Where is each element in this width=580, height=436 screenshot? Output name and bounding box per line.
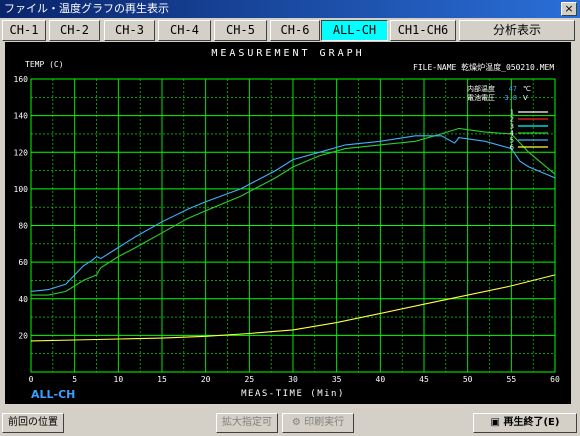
x-tick-label: 45 [419, 375, 429, 384]
tab-analysis[interactable]: 分析表示 [459, 20, 575, 41]
x-tick-label: 40 [376, 375, 386, 384]
info-value: 3.8 [504, 94, 517, 102]
y-tick-label: 20 [18, 331, 28, 340]
x-tick-label: 10 [114, 375, 124, 384]
y-tick-label: 100 [14, 185, 29, 194]
end-playback-button[interactable]: ▣ 再生終了(E) [473, 413, 577, 433]
info-label: 内部温度 [467, 84, 495, 93]
x-tick-label: 15 [157, 375, 167, 384]
title-bar: ファイル・温度グラフの再生表示 × [0, 0, 580, 18]
channel-label: ALL-CH [31, 388, 75, 401]
x-tick-label: 5 [72, 375, 77, 384]
info-unit: ℃ [523, 85, 531, 93]
tab-strip: CH-1 CH-2 CH-3 CH-4 CH-5 CH-6 ALL-CH CH1… [0, 20, 580, 41]
temperature-chart: 0 5 10 15 20 25 30 35 40 45 50 55 60 20 40 60 80 100 120 14… [14, 75, 560, 401]
end-label: 再生終了(E) [503, 417, 560, 428]
y-axis-label: TEMP (C) [25, 60, 64, 69]
previous-position-button[interactable]: 前回の位置 [2, 413, 64, 433]
file-name-label: FILE-NAME 乾燥炉温度_050210.MEM [413, 63, 555, 72]
x-tick-label: 35 [332, 375, 342, 384]
print-button[interactable]: ⚙ 印刷実行 [282, 413, 354, 433]
info-label: 電池電圧 [467, 93, 495, 102]
tab-ch-1[interactable]: CH-1 [2, 20, 46, 41]
print-icon: ⚙ [291, 417, 305, 428]
tab-ch-3[interactable]: CH-3 [104, 20, 155, 41]
end-icon: ▣ [490, 417, 504, 428]
x-tick-label: 0 [29, 375, 34, 384]
legend-number: 6 [510, 144, 514, 152]
info-value: 47 [509, 85, 517, 93]
info-unit: V [523, 94, 528, 102]
x-tick-label: 60 [550, 375, 560, 384]
print-label: 印刷実行 [304, 417, 345, 428]
tab-all-ch[interactable]: ALL-CH [321, 20, 388, 41]
y-tick-label: 60 [18, 258, 28, 267]
close-button[interactable]: × [561, 2, 577, 16]
tab-ch-2[interactable]: CH-2 [49, 20, 100, 41]
zoom-enable-button[interactable]: 拡大指定可 [216, 413, 278, 433]
y-tick-label: 160 [14, 75, 29, 84]
x-tick-label: 55 [507, 375, 517, 384]
app-window: ファイル・温度グラフの再生表示 × CH-1 CH-2 CH-3 CH-4 CH… [0, 0, 580, 436]
status-bar: 前回の位置 拡大指定可 ⚙ 印刷実行 ▣ 再生終了(E) [0, 411, 580, 436]
y-tick-label: 140 [14, 112, 29, 121]
x-tick-label: 30 [288, 375, 298, 384]
tab-ch1-ch6[interactable]: CH1-CH6 [390, 20, 456, 41]
y-tick-label: 40 [18, 295, 28, 304]
x-tick-label: 20 [201, 375, 211, 384]
tab-ch-5[interactable]: CH-5 [214, 20, 267, 41]
x-tick-label: 25 [245, 375, 255, 384]
y-tick-label: 80 [18, 222, 28, 231]
graph-panel: 0 5 10 15 20 25 30 35 40 45 50 55 60 20 40 60 80 100 120 14… [5, 42, 571, 404]
window-title: ファイル・温度グラフの再生表示 [4, 2, 169, 15]
x-axis-label: MEAS-TIME (Min) [241, 389, 345, 399]
tab-ch-4[interactable]: CH-4 [158, 20, 211, 41]
y-tick-label: 120 [14, 148, 29, 157]
graph-title: MEASUREMENT GRAPH [211, 48, 365, 59]
tab-ch-6[interactable]: CH-6 [270, 20, 320, 41]
x-tick-label: 50 [463, 375, 473, 384]
